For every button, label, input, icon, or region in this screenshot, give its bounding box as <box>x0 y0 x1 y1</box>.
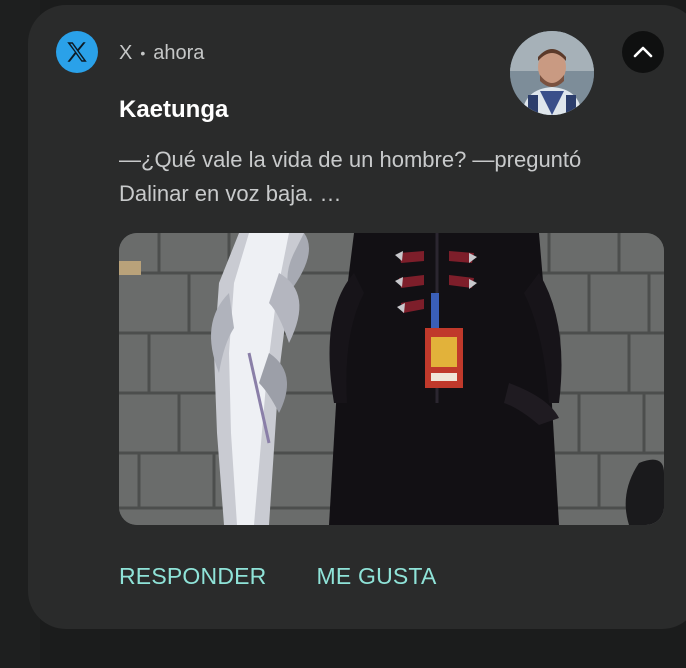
reply-button[interactable]: RESPONDER <box>119 563 267 590</box>
separator-dot: • <box>140 45 146 61</box>
avatar <box>510 31 594 115</box>
app-name: X <box>119 41 133 64</box>
like-button[interactable]: ME GUSTA <box>317 563 437 590</box>
notification-header: X • ahora <box>119 40 204 66</box>
sender-name: Kaetunga <box>119 96 229 123</box>
timestamp: ahora <box>153 41 205 64</box>
chevron-up-icon <box>633 46 653 58</box>
collapse-button[interactable] <box>622 31 664 73</box>
attached-image[interactable] <box>119 233 664 525</box>
message-text: —¿Qué vale la vida de un hombre? —pregun… <box>119 147 582 206</box>
notification-actions: RESPONDER ME GUSTA <box>119 563 437 590</box>
x-logo-icon <box>56 31 98 73</box>
